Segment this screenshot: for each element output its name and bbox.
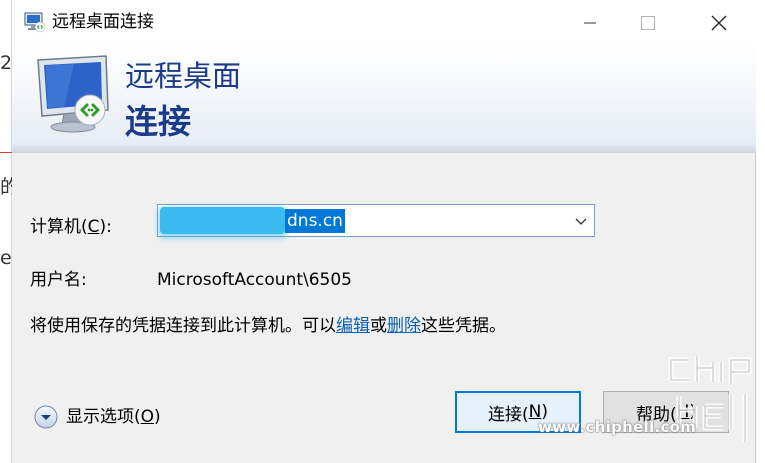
title-bar[interactable]: 远程桌面连接 — [12, 0, 756, 45]
computer-input-selected-text: dns.cn — [285, 209, 345, 233]
banner-title-line1: 远程桌面 — [125, 59, 242, 93]
background-divider — [0, 152, 12, 153]
header-banner — [12, 45, 756, 153]
background-edge-char: 2 — [0, 52, 12, 74]
window-title: 远程桌面连接 — [52, 12, 154, 32]
show-options-toggle[interactable]: 显示选项(O) — [34, 404, 161, 430]
delete-credentials-link[interactable]: 删除 — [387, 316, 421, 336]
maximize-button[interactable] — [625, 0, 671, 45]
saved-credentials-info: 将使用保存的凭据连接到此计算机。可以编辑或删除这些凭据。 — [30, 316, 506, 336]
background-window-edge: 2 的 e — [0, 0, 12, 463]
banner-divider — [12, 145, 756, 153]
maximize-icon — [641, 15, 655, 30]
remote-desktop-title-icon — [24, 12, 46, 33]
expand-options-icon[interactable] — [34, 405, 58, 429]
minimize-button[interactable] — [567, 0, 613, 45]
remote-desktop-dialog: 远程桌面连接 远程桌面 连接 计算机(C): dns.cn 用户名: Micro… — [12, 0, 756, 463]
username-label: 用户名: — [30, 270, 87, 290]
redaction-overlay — [160, 207, 285, 234]
show-options-label[interactable]: 显示选项(O) — [66, 405, 161, 429]
username-value: MicrosoftAccount\6505 — [157, 270, 352, 290]
watermark-url: www.chiphell.com — [538, 418, 697, 436]
close-icon — [711, 15, 727, 30]
remote-desktop-monitor-icon — [37, 55, 109, 133]
background-edge-char: e — [0, 247, 12, 269]
computer-combobox[interactable]: dns.cn — [157, 204, 595, 237]
banner-title-line2: 连接 — [125, 102, 191, 141]
computer-label: 计算机(C): — [30, 217, 112, 237]
background-edge-char: 的 — [0, 176, 12, 198]
edit-credentials-link[interactable]: 编辑 — [336, 316, 370, 336]
close-button[interactable] — [696, 0, 742, 45]
minimize-icon — [584, 22, 596, 23]
chevron-down-icon[interactable] — [574, 214, 588, 228]
